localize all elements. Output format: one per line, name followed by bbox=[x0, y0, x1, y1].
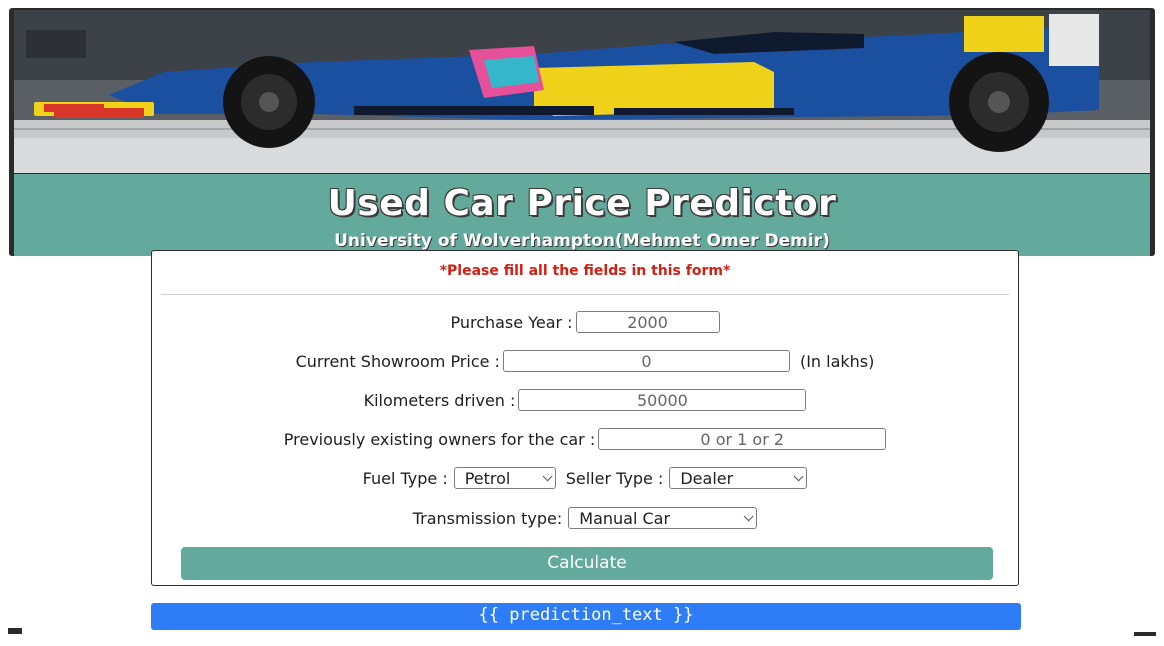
transmission-select[interactable]: Manual Car bbox=[568, 507, 758, 529]
frame-corner bbox=[1134, 632, 1156, 636]
fuel-type-label: Fuel Type : bbox=[362, 468, 448, 488]
purchase-year-row: Purchase Year : 2000 bbox=[152, 311, 1018, 333]
prediction-result: {{ prediction_text }} bbox=[151, 603, 1021, 630]
fuel-seller-row: Fuel Type : Petrol Seller Type : Dealer bbox=[152, 467, 1018, 489]
frame-corner bbox=[8, 628, 22, 634]
owners-input[interactable]: 0 or 1 or 2 bbox=[598, 428, 887, 450]
chevron-down-icon bbox=[743, 510, 754, 521]
kilometers-label: Kilometers driven : bbox=[363, 390, 516, 410]
header-banner: Used Car Price Predictor University of W… bbox=[9, 8, 1155, 256]
racing-car-illustration bbox=[14, 10, 1150, 173]
chevron-down-icon bbox=[542, 470, 553, 481]
transmission-label: Transmission type: bbox=[412, 508, 563, 528]
showroom-price-label: Current Showroom Price : bbox=[295, 351, 500, 371]
page-subtitle: University of Wolverhampton(Mehmet Omer … bbox=[334, 231, 830, 251]
showroom-price-input[interactable]: 0 bbox=[502, 350, 790, 372]
transmission-row: Transmission type: Manual Car bbox=[152, 507, 1018, 529]
chevron-down-icon bbox=[794, 470, 804, 481]
page: Used Car Price Predictor University of W… bbox=[0, 0, 1164, 646]
owners-label: Previously existing owners for the car : bbox=[283, 429, 596, 449]
price-unit-label: (In lakhs) bbox=[799, 351, 875, 371]
kilometers-input[interactable]: 50000 bbox=[518, 389, 807, 411]
transmission-value: Manual Car bbox=[579, 508, 671, 528]
seller-type-label: Seller Type : bbox=[565, 468, 664, 488]
required-fields-notice: *Please fill all the fields in this form… bbox=[439, 263, 731, 279]
fuel-type-select[interactable]: Petrol bbox=[453, 467, 556, 489]
kilometers-row: Kilometers driven : 50000 bbox=[152, 389, 1018, 411]
showroom-price-row: Current Showroom Price : 0 (In lakhs) bbox=[152, 350, 1018, 372]
purchase-year-input[interactable]: 2000 bbox=[575, 311, 720, 333]
owners-row: Previously existing owners for the car :… bbox=[152, 428, 1018, 450]
prediction-form: *Please fill all the fields in this form… bbox=[151, 250, 1019, 586]
seller-type-select[interactable]: Dealer bbox=[669, 467, 808, 489]
page-title: Used Car Price Predictor bbox=[327, 183, 837, 224]
racing-car-photo bbox=[14, 10, 1150, 173]
fuel-type-value: Petrol bbox=[464, 468, 511, 488]
purchase-year-label: Purchase Year : bbox=[450, 312, 573, 332]
calculate-button[interactable]: Calculate bbox=[181, 547, 993, 580]
seller-type-value: Dealer bbox=[680, 468, 734, 488]
divider bbox=[161, 294, 1009, 295]
title-band: Used Car Price Predictor University of W… bbox=[14, 174, 1150, 256]
